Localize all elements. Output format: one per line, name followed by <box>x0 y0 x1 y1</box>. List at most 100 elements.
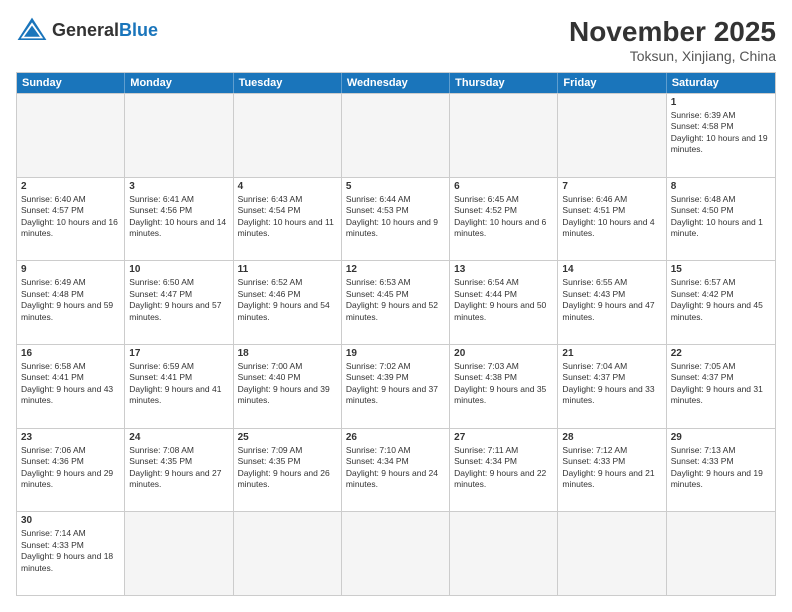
calendar-cell <box>450 94 558 177</box>
day-number: 25 <box>238 432 337 443</box>
calendar: SundayMondayTuesdayWednesdayThursdayFrid… <box>16 72 776 596</box>
day-number: 11 <box>238 264 337 275</box>
calendar-cell: 25Sunrise: 7:09 AM Sunset: 4:35 PM Dayli… <box>234 429 342 512</box>
calendar-cell <box>558 94 666 177</box>
day-number: 17 <box>129 348 228 359</box>
calendar-cell <box>342 94 450 177</box>
calendar-cell <box>234 94 342 177</box>
calendar-cell: 8 Sunrise: 6:48 AM Sunset: 4:50 PM Daylig… <box>667 178 775 261</box>
day-number: 21 <box>562 348 661 359</box>
calendar-header: SundayMondayTuesdayWednesdayThursdayFrid… <box>17 73 775 93</box>
day-of-week-thursday: Thursday <box>450 73 558 93</box>
day-of-week-sunday: Sunday <box>17 73 125 93</box>
day-of-week-friday: Friday <box>558 73 666 93</box>
calendar-cell: 29Sunrise: 7:13 AM Sunset: 4:33 PM Dayli… <box>667 429 775 512</box>
calendar-cell: 19Sunrise: 7:02 AM Sunset: 4:39 PM Dayli… <box>342 345 450 428</box>
day-number: 8 <box>671 181 771 192</box>
calendar-cell <box>342 512 450 595</box>
day-info: Sunrise: 6:39 AM Sunset: 4:58 PM Dayligh… <box>671 110 771 156</box>
day-number: 20 <box>454 348 553 359</box>
day-info: Sunrise: 7:03 AM Sunset: 4:38 PM Dayligh… <box>454 361 553 407</box>
day-info: Sunrise: 7:05 AM Sunset: 4:37 PM Dayligh… <box>671 361 771 407</box>
day-number: 18 <box>238 348 337 359</box>
day-info: Sunrise: 6:41 AM Sunset: 4:56 PM Dayligh… <box>129 194 228 240</box>
day-info: Sunrise: 7:14 AM Sunset: 4:33 PM Dayligh… <box>21 528 120 574</box>
day-info: Sunrise: 7:11 AM Sunset: 4:34 PM Dayligh… <box>454 445 553 491</box>
calendar-cell: 9 Sunrise: 6:49 AM Sunset: 4:48 PM Daylig… <box>17 261 125 344</box>
logo-text: GeneralBlue <box>52 20 158 41</box>
calendar-cell: 15Sunrise: 6:57 AM Sunset: 4:42 PM Dayli… <box>667 261 775 344</box>
day-of-week-saturday: Saturday <box>667 73 775 93</box>
day-of-week-wednesday: Wednesday <box>342 73 450 93</box>
calendar-cell <box>667 512 775 595</box>
day-info: Sunrise: 6:49 AM Sunset: 4:48 PM Dayligh… <box>21 277 120 323</box>
calendar-cell: 13Sunrise: 6:54 AM Sunset: 4:44 PM Dayli… <box>450 261 558 344</box>
day-number: 16 <box>21 348 120 359</box>
day-info: Sunrise: 7:13 AM Sunset: 4:33 PM Dayligh… <box>671 445 771 491</box>
day-info: Sunrise: 7:02 AM Sunset: 4:39 PM Dayligh… <box>346 361 445 407</box>
calendar-row: 2 Sunrise: 6:40 AM Sunset: 4:57 PM Daylig… <box>17 177 775 261</box>
calendar-cell <box>17 94 125 177</box>
day-info: Sunrise: 6:46 AM Sunset: 4:51 PM Dayligh… <box>562 194 661 240</box>
calendar-row: 30Sunrise: 7:14 AM Sunset: 4:33 PM Dayli… <box>17 511 775 595</box>
calendar-cell: 3Sunrise: 6:41 AM Sunset: 4:56 PM Daylig… <box>125 178 233 261</box>
day-number: 10 <box>129 264 228 275</box>
calendar-cell: 23 Sunrise: 7:06 AM Sunset: 4:36 PM Dayli… <box>17 429 125 512</box>
calendar-row: 16 Sunrise: 6:58 AM Sunset: 4:41 PM Dayli… <box>17 344 775 428</box>
day-info: Sunrise: 6:59 AM Sunset: 4:41 PM Dayligh… <box>129 361 228 407</box>
calendar-cell: 28 Sunrise: 7:12 AM Sunset: 4:33 PM Dayli… <box>558 429 666 512</box>
day-number: 27 <box>454 432 553 443</box>
day-number: 14 <box>562 264 661 275</box>
calendar-cell: 24Sunrise: 7:08 AM Sunset: 4:35 PM Dayli… <box>125 429 233 512</box>
calendar-cell: 21 Sunrise: 7:04 AM Sunset: 4:37 PM Dayli… <box>558 345 666 428</box>
day-info: Sunrise: 6:55 AM Sunset: 4:43 PM Dayligh… <box>562 277 661 323</box>
location-subtitle: Toksun, Xinjiang, China <box>569 48 776 64</box>
calendar-cell: 22 Sunrise: 7:05 AM Sunset: 4:37 PM Dayli… <box>667 345 775 428</box>
calendar-body: 1 Sunrise: 6:39 AM Sunset: 4:58 PM Daylig… <box>17 93 775 595</box>
day-info: Sunrise: 6:53 AM Sunset: 4:45 PM Dayligh… <box>346 277 445 323</box>
day-info: Sunrise: 6:45 AM Sunset: 4:52 PM Dayligh… <box>454 194 553 240</box>
day-number: 2 <box>21 181 120 192</box>
calendar-cell <box>125 94 233 177</box>
day-info: Sunrise: 7:12 AM Sunset: 4:33 PM Dayligh… <box>562 445 661 491</box>
calendar-cell: 2 Sunrise: 6:40 AM Sunset: 4:57 PM Daylig… <box>17 178 125 261</box>
calendar-row: 1 Sunrise: 6:39 AM Sunset: 4:58 PM Daylig… <box>17 93 775 177</box>
calendar-cell: 7 Sunrise: 6:46 AM Sunset: 4:51 PM Daylig… <box>558 178 666 261</box>
calendar-cell: 14 Sunrise: 6:55 AM Sunset: 4:43 PM Dayli… <box>558 261 666 344</box>
day-number: 1 <box>671 97 771 108</box>
calendar-cell: 10 Sunrise: 6:50 AM Sunset: 4:47 PM Dayli… <box>125 261 233 344</box>
calendar-cell: 17 Sunrise: 6:59 AM Sunset: 4:41 PM Dayli… <box>125 345 233 428</box>
day-number: 24 <box>129 432 228 443</box>
day-number: 5 <box>346 181 445 192</box>
day-number: 6 <box>454 181 553 192</box>
logo-icon <box>16 16 48 44</box>
day-number: 9 <box>21 264 120 275</box>
day-info: Sunrise: 6:40 AM Sunset: 4:57 PM Dayligh… <box>21 194 120 240</box>
day-info: Sunrise: 6:43 AM Sunset: 4:54 PM Dayligh… <box>238 194 337 240</box>
day-number: 7 <box>562 181 661 192</box>
day-info: Sunrise: 7:00 AM Sunset: 4:40 PM Dayligh… <box>238 361 337 407</box>
day-info: Sunrise: 6:48 AM Sunset: 4:50 PM Dayligh… <box>671 194 771 240</box>
day-info: Sunrise: 6:50 AM Sunset: 4:47 PM Dayligh… <box>129 277 228 323</box>
day-info: Sunrise: 7:06 AM Sunset: 4:36 PM Dayligh… <box>21 445 120 491</box>
month-title: November 2025 <box>569 16 776 48</box>
day-number: 28 <box>562 432 661 443</box>
day-info: Sunrise: 6:52 AM Sunset: 4:46 PM Dayligh… <box>238 277 337 323</box>
header: GeneralBlue November 2025 Toksun, Xinjia… <box>16 16 776 64</box>
day-number: 23 <box>21 432 120 443</box>
day-number: 4 <box>238 181 337 192</box>
logo: GeneralBlue <box>16 16 158 44</box>
calendar-cell: 1 Sunrise: 6:39 AM Sunset: 4:58 PM Daylig… <box>667 94 775 177</box>
calendar-cell: 18 Sunrise: 7:00 AM Sunset: 4:40 PM Dayli… <box>234 345 342 428</box>
day-info: Sunrise: 6:57 AM Sunset: 4:42 PM Dayligh… <box>671 277 771 323</box>
page: GeneralBlue November 2025 Toksun, Xinjia… <box>0 0 792 612</box>
day-info: Sunrise: 6:54 AM Sunset: 4:44 PM Dayligh… <box>454 277 553 323</box>
calendar-cell <box>125 512 233 595</box>
calendar-cell: 6 Sunrise: 6:45 AM Sunset: 4:52 PM Daylig… <box>450 178 558 261</box>
calendar-cell: 12Sunrise: 6:53 AM Sunset: 4:45 PM Dayli… <box>342 261 450 344</box>
day-info: Sunrise: 6:58 AM Sunset: 4:41 PM Dayligh… <box>21 361 120 407</box>
title-block: November 2025 Toksun, Xinjiang, China <box>569 16 776 64</box>
day-info: Sunrise: 7:04 AM Sunset: 4:37 PM Dayligh… <box>562 361 661 407</box>
day-number: 22 <box>671 348 771 359</box>
calendar-cell: 11 Sunrise: 6:52 AM Sunset: 4:46 PM Dayli… <box>234 261 342 344</box>
